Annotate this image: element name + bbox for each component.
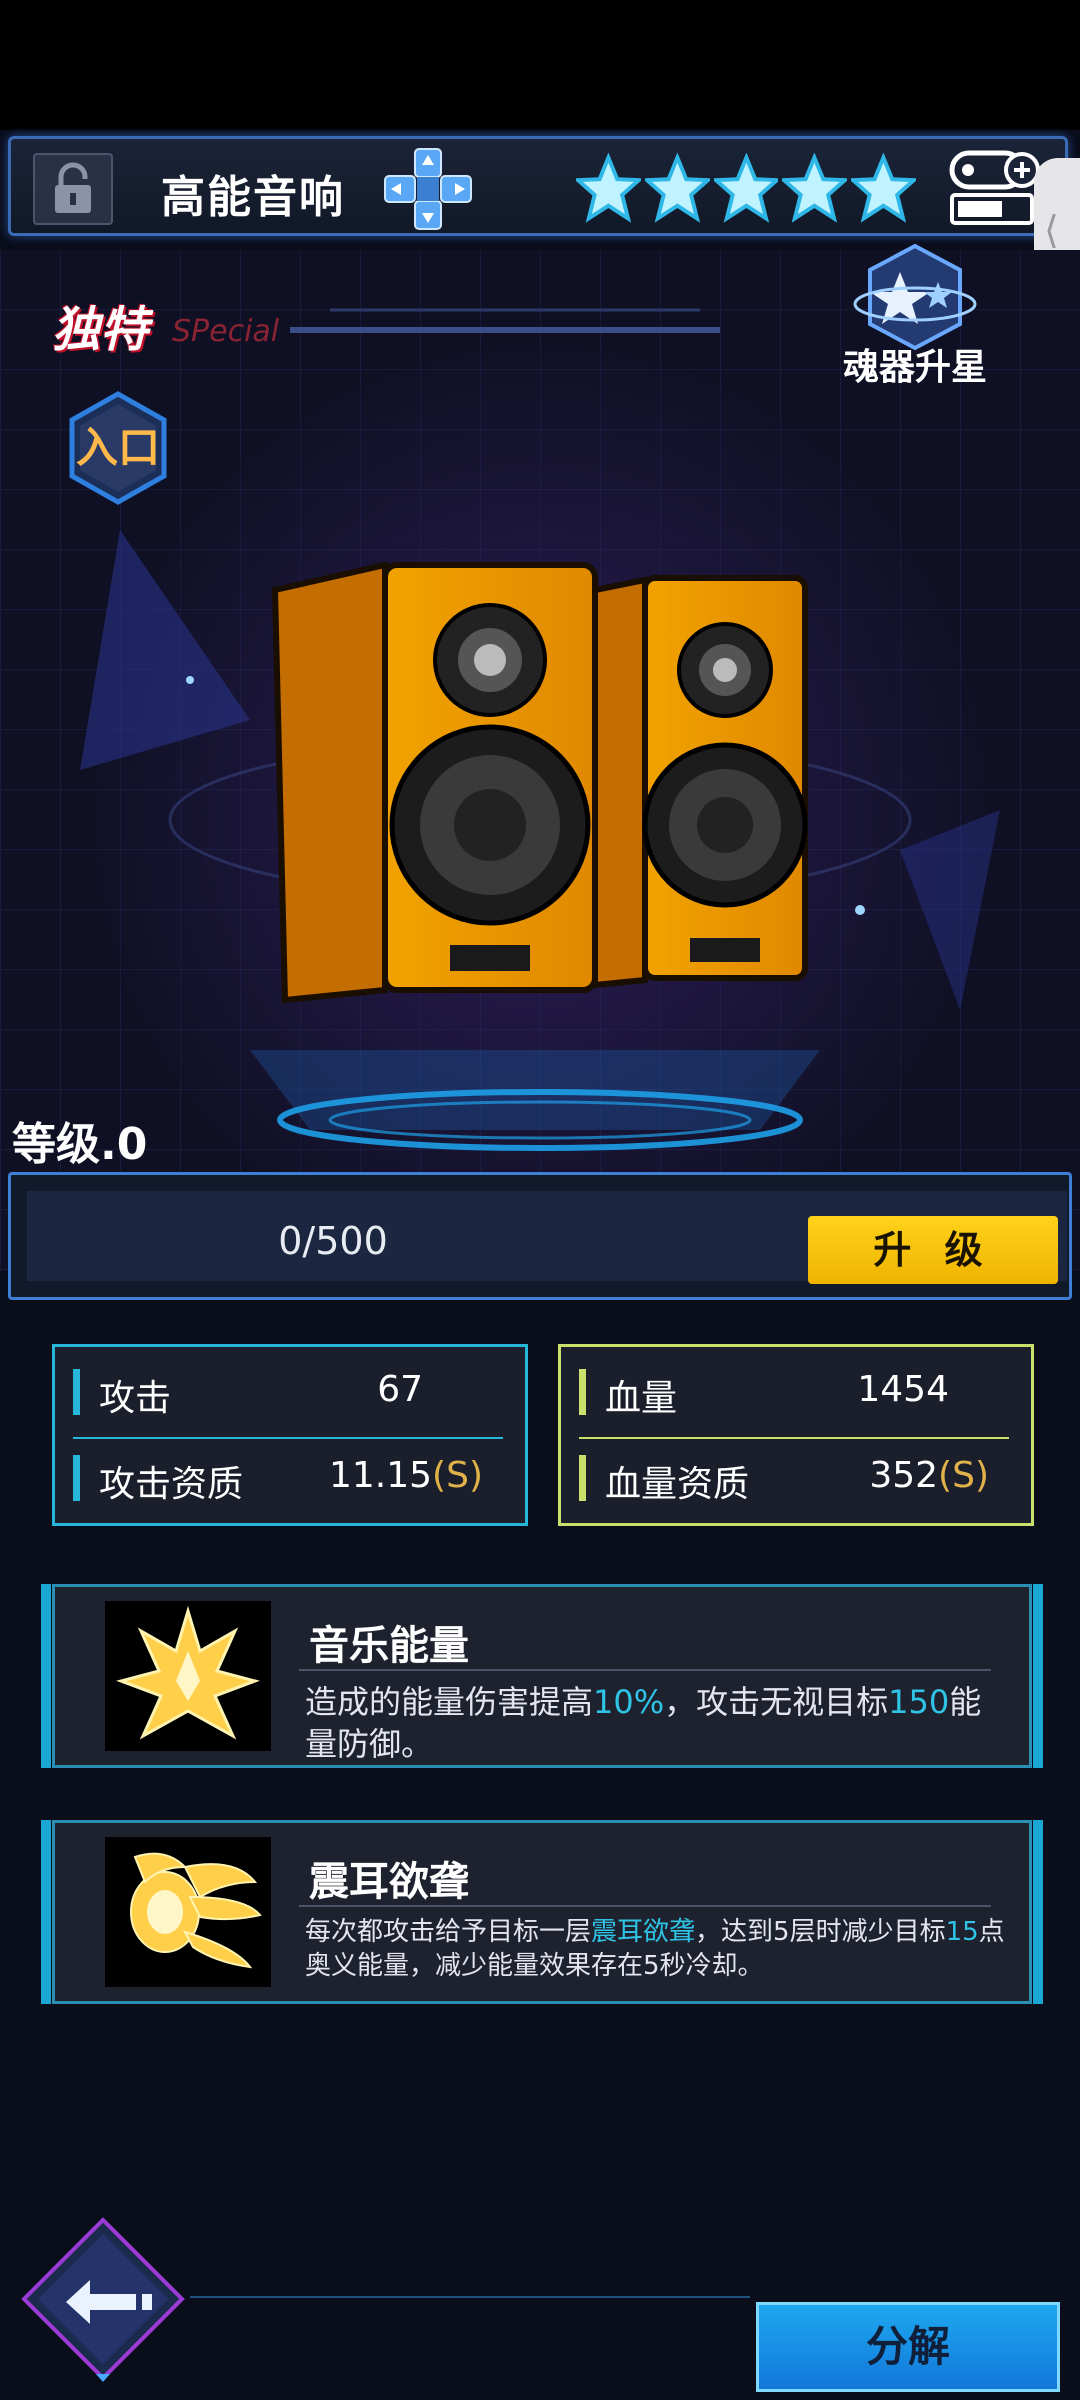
chevron-left-icon: ⟨	[1044, 208, 1059, 252]
star-icon	[851, 153, 916, 223]
star-icon	[713, 153, 779, 223]
skill-name: 震耳欲聋	[309, 1859, 469, 1905]
hexagon-icon: 入口	[69, 391, 167, 505]
sound-wave-icon	[105, 1837, 271, 1987]
star-rating	[576, 153, 916, 225]
rarity-label: 独特	[52, 302, 149, 358]
skill-card-music-energy: 音乐能量 造成的能量伤害提高10%，攻击无视目标150能量防御。	[41, 1584, 1043, 1768]
hp-stats-panel: 血量 1454 血量资质 352(S)	[558, 1344, 1034, 1526]
star-icon	[576, 153, 641, 223]
star-icon	[644, 153, 710, 223]
footer-divider	[190, 2296, 750, 2298]
skill-description: 每次都攻击给予目标一层震耳欲聋，达到5层时减少目标15点奥义能量，减少能量效果存…	[305, 1917, 1005, 1981]
gamepad-battery-icon[interactable]	[946, 149, 1046, 229]
hp-label: 血量	[605, 1378, 678, 1419]
rarity-en-label: SPecial	[172, 314, 280, 349]
attack-value: 67	[377, 1369, 423, 1410]
decompose-button[interactable]: 分解	[756, 2302, 1060, 2392]
star-icon	[782, 153, 848, 223]
attack-quality-label: 攻击资质	[99, 1464, 244, 1505]
attack-label: 攻击	[99, 1378, 172, 1419]
skill-name: 音乐能量	[309, 1623, 469, 1669]
exp-text: 0/500	[278, 1219, 388, 1263]
star-badge-icon	[853, 243, 977, 351]
skill-card-deafening: 震耳欲聋 每次都攻击给予目标一层震耳欲聋，达到5层时减少目标15点奥义能量，减少…	[41, 1820, 1043, 2004]
attack-row: 攻击 67	[73, 1361, 503, 1421]
attack-quality-value: 11.15(S)	[328, 1455, 483, 1496]
upgrade-star-label: 魂器升星	[842, 347, 987, 388]
back-arrow-icon	[21, 2217, 185, 2382]
hp-quality-label: 血量资质	[605, 1464, 750, 1505]
lock-icon	[55, 162, 91, 213]
lock-button[interactable]	[33, 153, 113, 225]
skill-description: 造成的能量伤害提高10%，攻击无视目标150能量防御。	[305, 1683, 982, 1763]
level-label: 等级.0	[12, 1119, 148, 1170]
entry-tag-label: 入口	[76, 423, 160, 472]
back-button[interactable]	[18, 2214, 188, 2384]
energy-burst-icon	[105, 1601, 271, 1751]
hp-quality-row: 血量资质 352(S)	[579, 1447, 1009, 1507]
speaker-item-image	[271, 561, 808, 1004]
upgrade-button[interactable]: 升 级	[808, 1216, 1058, 1284]
hp-quality-value: 352(S)	[869, 1455, 989, 1496]
attack-quality-row: 攻击资质 11.15(S)	[73, 1447, 503, 1507]
hp-row: 血量 1454	[579, 1361, 1009, 1421]
dpad-icon	[384, 148, 472, 230]
hp-value: 1454	[857, 1369, 949, 1410]
entry-hex-button[interactable]: 入口	[66, 390, 170, 506]
item-header: 高能音响	[8, 136, 1068, 236]
status-bar-area	[0, 0, 1080, 130]
attack-stats-panel: 攻击 67 攻击资质 11.15(S)	[52, 1344, 528, 1526]
upgrade-star-button[interactable]: 魂器升星	[820, 242, 1010, 392]
item-title: 高能音响	[161, 172, 345, 223]
